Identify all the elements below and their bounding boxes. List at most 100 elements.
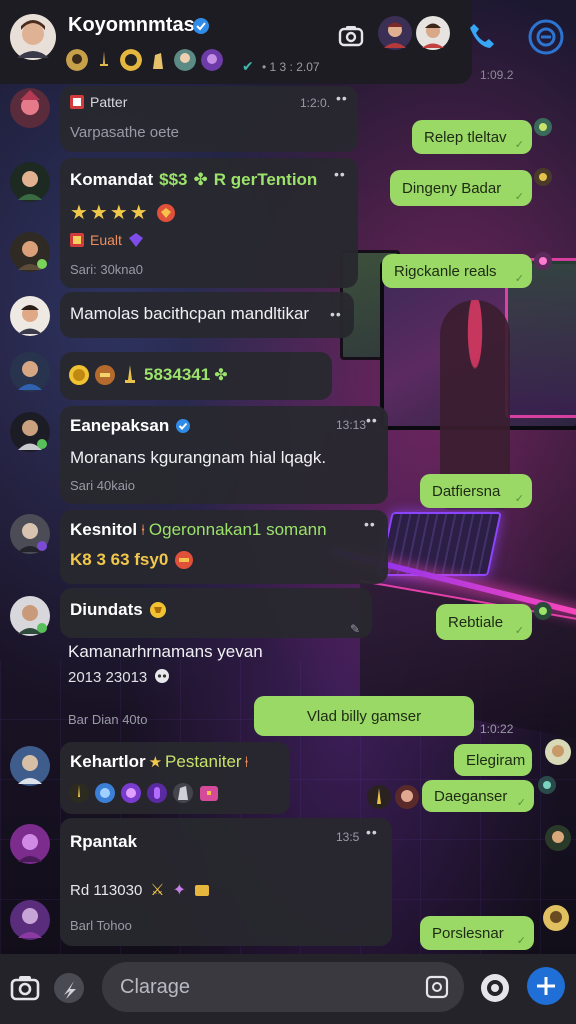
- sticker-icon[interactable]: [424, 974, 450, 1000]
- sender-name[interactable]: Kehartlor: [70, 752, 146, 772]
- sender-name[interactable]: Komandat: [70, 170, 153, 190]
- menu-icon[interactable]: [528, 19, 564, 55]
- sender-avatar[interactable]: [10, 412, 50, 452]
- trophy-icon: [149, 602, 166, 618]
- message-bubble[interactable]: Komandat $$3 ✤ R gerTention •• ★★★★ Eual…: [60, 158, 358, 288]
- potion-icon: [147, 783, 167, 803]
- group-avatar[interactable]: [10, 14, 56, 60]
- sender-avatar[interactable]: [10, 900, 50, 940]
- more-options-icon[interactable]: ••: [366, 824, 378, 840]
- reaction-icon[interactable]: [532, 600, 554, 622]
- message-bubble[interactable]: Kesnitol ⍿ Ogeronnakan1 somann •• K8 3 6…: [60, 510, 388, 584]
- more-options-icon[interactable]: ••: [334, 166, 346, 182]
- message-code: K8 3 63 fsy0: [70, 550, 169, 569]
- verified-icon: [176, 419, 191, 433]
- badge-icon: [175, 551, 194, 569]
- outgoing-message[interactable]: Daeganser ✓: [422, 780, 534, 812]
- torch-icon: ⍿: [244, 754, 249, 771]
- reaction-icon[interactable]: [544, 738, 572, 766]
- member-avatar[interactable]: [66, 49, 88, 71]
- read-check-icon: ✓: [514, 273, 524, 285]
- message-footer: Bar Dian 40to: [68, 712, 148, 727]
- edit-icon[interactable]: ✎: [350, 622, 360, 636]
- sender-name[interactable]: Kesnitol: [70, 520, 137, 540]
- participant-avatar[interactable]: [378, 16, 412, 50]
- message-bubble[interactable]: Diundats ✎: [60, 588, 372, 638]
- sender-title: Pestaniter: [165, 752, 242, 771]
- read-check-icon: ✓: [514, 191, 524, 203]
- message-text: Rebtiale: [448, 613, 504, 631]
- camera-icon[interactable]: [337, 22, 365, 50]
- sender-avatar[interactable]: [10, 232, 50, 272]
- outgoing-message[interactable]: Rigckanle reals ✓: [382, 254, 532, 288]
- more-options-icon[interactable]: ••: [364, 516, 376, 532]
- sender-name[interactable]: Eanepaksan: [70, 416, 169, 436]
- attach-icon[interactable]: [52, 971, 86, 1005]
- outgoing-message[interactable]: Porslesnar ✓: [420, 916, 534, 950]
- chest-icon: [195, 885, 210, 896]
- gem-icon: [128, 233, 143, 247]
- message-text: Elegiram: [466, 751, 526, 769]
- reaction-icon[interactable]: [366, 784, 392, 810]
- verified-icon: [193, 18, 209, 34]
- outgoing-message[interactable]: Dingeny Badar ✓: [390, 170, 532, 206]
- sender-avatar[interactable]: [10, 746, 50, 786]
- message-text: Mamolas bacithcpan mandltikar: [70, 304, 310, 323]
- sender-avatar[interactable]: [10, 162, 50, 202]
- sender-name[interactable]: Rpantak: [70, 832, 137, 852]
- message-input-container[interactable]: [102, 962, 464, 1012]
- outgoing-message[interactable]: Datfiersna ✓: [420, 474, 532, 508]
- reaction-icon[interactable]: [394, 784, 420, 810]
- sword-icon: [125, 365, 135, 383]
- outgoing-message[interactable]: Elegiram: [454, 744, 532, 776]
- sender-avatar[interactable]: [10, 824, 50, 864]
- sender-avatar[interactable]: [10, 352, 50, 392]
- message-bubble[interactable]: Mamolas bacithcpan mandltikar ••: [60, 292, 354, 338]
- reaction-icon[interactable]: [536, 774, 558, 796]
- reaction-icon[interactable]: [532, 166, 554, 188]
- sender-name[interactable]: Patter: [90, 94, 127, 110]
- sparkle-icon: ✦: [172, 882, 187, 899]
- more-options-icon[interactable]: ••: [366, 412, 378, 428]
- message-footer: Sari: 30kna0: [70, 262, 143, 277]
- member-avatar[interactable]: [120, 49, 142, 71]
- message-footer: Barl Tohoo: [70, 918, 132, 933]
- sword-cross-icon: ⚔: [150, 882, 165, 899]
- sender-avatar[interactable]: [10, 296, 50, 336]
- outgoing-message[interactable]: Rebtiale ✓: [436, 604, 532, 640]
- message-bubble[interactable]: 5834341 ✤: [60, 352, 332, 400]
- message-bubble[interactable]: Patter 1:2:0. •• Varpasathe oete: [60, 86, 358, 152]
- message-text: Kamanarhrnamans yevan: [68, 642, 263, 661]
- reaction-icon[interactable]: [532, 250, 554, 272]
- member-avatar[interactable]: [174, 49, 196, 71]
- reaction-icon[interactable]: [532, 116, 554, 138]
- message-bubble[interactable]: Rpantak 13:5 •• Rd 113030 ⚔ ✦ Barl Tohoo: [60, 818, 392, 946]
- message-text: Daeganser: [434, 787, 508, 805]
- phone-icon[interactable]: [466, 20, 498, 52]
- gallery-icon[interactable]: [478, 971, 512, 1005]
- message-bubble[interactable]: Kehartlor ★ Pestaniter ⍿: [60, 742, 290, 814]
- outgoing-message[interactable]: Relep tleltav ✓: [412, 120, 532, 154]
- participant-avatar[interactable]: [416, 16, 450, 50]
- star-icon: ★: [148, 754, 163, 771]
- sender-avatar[interactable]: [10, 88, 50, 128]
- member-avatar[interactable]: [201, 49, 223, 71]
- sender-avatar[interactable]: [10, 514, 50, 554]
- chat-title[interactable]: Koyomnmtas: [68, 14, 195, 37]
- more-options-icon[interactable]: ••: [330, 306, 342, 322]
- outgoing-message[interactable]: Vlad billy gamser: [254, 696, 474, 736]
- message-time: 13:13: [336, 418, 367, 432]
- camera-icon[interactable]: [8, 971, 42, 1005]
- send-icon[interactable]: [526, 966, 566, 1006]
- reaction-icon[interactable]: [542, 904, 570, 932]
- sender-avatar[interactable]: [10, 596, 50, 636]
- flag-icon: [70, 233, 84, 247]
- message-bubble[interactable]: Eanepaksan 13:13 •• Moranans kgurangnam …: [60, 406, 388, 504]
- chest-icon: [200, 786, 218, 801]
- read-check-icon: ✓: [516, 797, 526, 809]
- sender-name[interactable]: Diundats: [70, 600, 143, 620]
- more-options-icon[interactable]: ••: [336, 90, 348, 106]
- message-input[interactable]: [120, 962, 410, 1012]
- reaction-icon[interactable]: [544, 824, 572, 852]
- sender-code: $$3: [159, 170, 188, 189]
